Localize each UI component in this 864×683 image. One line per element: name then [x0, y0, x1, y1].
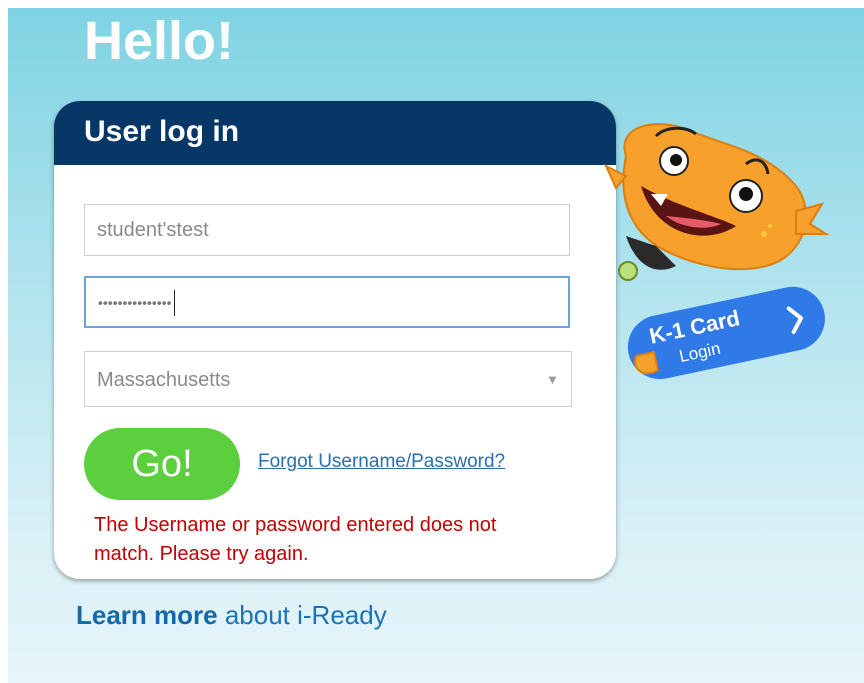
- learn-more-link[interactable]: Learn more about i-Ready: [76, 600, 387, 631]
- chevron-down-icon: ▼: [546, 372, 559, 387]
- greeting-heading: Hello!: [84, 11, 235, 71]
- username-field[interactable]: student'stest: [84, 204, 570, 256]
- forgot-credentials-link[interactable]: Forgot Username/Password?: [258, 451, 505, 473]
- login-card-title: User log in: [54, 101, 616, 165]
- learn-more-rest: about i-Ready: [217, 600, 387, 630]
- mascot-illustration: [603, 123, 830, 281]
- mascot-hand: [634, 350, 660, 375]
- k1-card-login-group: K-1 Card Login: [603, 123, 830, 380]
- text-caret: [173, 289, 175, 316]
- login-card: User log in student'stest ••••••••••••••…: [54, 101, 616, 579]
- password-mask: •••••••••••••••: [98, 294, 172, 311]
- error-message: The Username or password entered does no…: [94, 514, 497, 565]
- username-value: student'stest: [97, 219, 209, 241]
- state-select[interactable]: Massachusetts ▼: [84, 351, 572, 407]
- go-button[interactable]: Go!: [84, 428, 240, 500]
- password-field[interactable]: •••••••••••••••: [84, 276, 570, 328]
- learn-more-bold: Learn more: [76, 600, 218, 630]
- state-selected-value: Massachusetts: [97, 369, 231, 391]
